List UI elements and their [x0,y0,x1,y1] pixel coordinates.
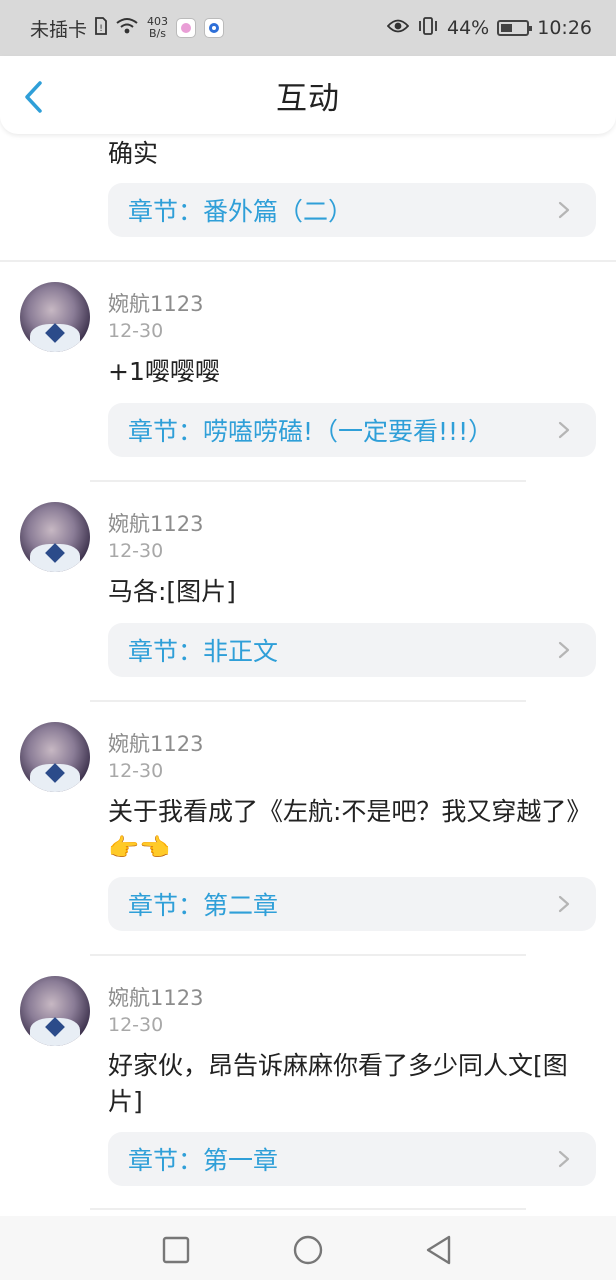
square-icon [162,1236,190,1264]
avatar[interactable] [20,976,90,1046]
comment-date: 12-30 [108,540,164,562]
comment-text: +1嘤嘤嘤 [108,357,220,386]
comment-text: 确实 [108,139,159,168]
chapter-label: 章节：非正文 [128,637,279,666]
chevron-left-icon [25,81,42,113]
network-speed: 403 B/s [147,16,168,40]
username[interactable]: 婉航1123 [108,728,203,758]
chevron-right-icon [558,895,570,913]
avatar[interactable] [20,282,90,352]
username[interactable]: 婉航1123 [108,982,203,1012]
chapter-link[interactable]: 章节：非正文 [108,623,596,677]
divider [90,1208,526,1210]
recent-apps-button[interactable] [162,1236,190,1268]
svg-text:!: ! [99,24,103,34]
system-nav-bar [0,1216,616,1280]
list-item[interactable]: 婉航1123 12-30 好家伙，昂告诉麻麻你看了多少同人文[图片] 章节：第一… [0,976,616,1216]
chapter-label: 章节：第二章 [128,891,279,920]
interaction-list[interactable]: 确实 章节：番外篇（二） 婉航1123 12-30 +1嘤嘤嘤 章节：唠嗑唠磕!… [0,134,616,1216]
divider [90,954,526,956]
battery-percent: 44% [447,17,490,39]
chapter-link[interactable]: 章节：第一章 [108,1132,596,1186]
divider [0,260,616,262]
comment-date: 12-30 [108,320,164,342]
comment-text: 马各:[图片] [108,577,236,606]
chapter-link[interactable]: 章节：第二章 [108,877,596,931]
status-right: 44% 10:26 [386,16,592,41]
wifi-icon [115,17,139,40]
chapter-label: 章节：番外篇（二） [128,197,354,226]
page-title: 互动 [276,80,340,117]
header-bar: 互动 [0,56,616,134]
comment-text: 关于我看成了《左航:不是吧？我又穿越了》👉👈 [108,797,592,862]
comment-date: 12-30 [108,1014,164,1036]
carrier-text: 未插卡 [30,18,88,41]
back-button[interactable] [22,80,46,114]
chevron-right-icon [558,201,570,219]
comment-text: 好家伙，昂告诉麻麻你看了多少同人文[图片] [108,1051,568,1116]
vibrate-icon [417,16,439,41]
notification-app-icon-2 [204,18,225,38]
clock: 10:26 [537,17,592,39]
home-button[interactable] [292,1234,324,1270]
divider [90,700,526,702]
chevron-right-icon [558,421,570,439]
username[interactable]: 婉航1123 [108,508,203,538]
sim-icon: ! [95,16,107,40]
battery-icon [497,20,533,36]
avatar[interactable] [20,722,90,792]
comment-date: 12-30 [108,760,164,782]
notification-app-icon [176,18,197,38]
status-left: 未插卡 ! 403 B/s [30,15,225,42]
username[interactable]: 婉航1123 [108,288,203,318]
eye-icon [386,17,410,39]
chapter-link[interactable]: 章节：唠嗑唠磕!（一定要看!!!） [108,403,596,457]
list-item[interactable]: 婉航1123 12-30 关于我看成了《左航:不是吧？我又穿越了》👉👈 章节：第… [0,722,616,972]
triangle-back-icon [426,1235,451,1265]
list-item[interactable]: 婉航1123 12-30 马各:[图片] 章节：非正文 [0,502,616,722]
back-nav-button[interactable] [424,1234,454,1270]
chevron-right-icon [558,1150,570,1168]
avatar[interactable] [20,502,90,572]
chapter-label: 章节：唠嗑唠磕!（一定要看!!!） [128,417,494,446]
list-item[interactable]: 婉航1123 12-30 +1嘤嘤嘤 章节：唠嗑唠磕!（一定要看!!!） [0,282,616,502]
divider [90,480,526,482]
status-bar: 未插卡 ! 403 B/s 44% 10:26 [0,0,616,56]
chevron-right-icon [558,641,570,659]
circle-icon [293,1235,323,1265]
chapter-link[interactable]: 章节：番外篇（二） [108,183,596,237]
chapter-label: 章节：第一章 [128,1146,279,1175]
speed-unit: B/s [149,27,166,40]
